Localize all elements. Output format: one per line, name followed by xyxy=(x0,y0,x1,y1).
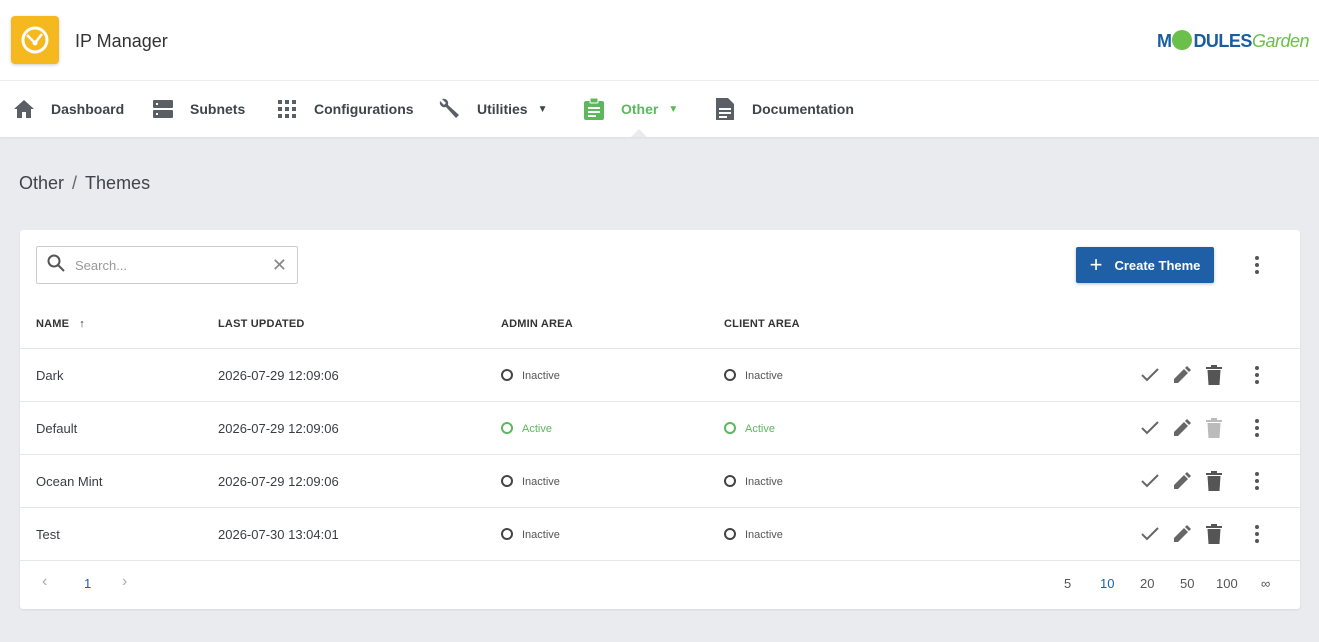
pencil-icon[interactable] xyxy=(1170,522,1194,546)
more-vertical-icon[interactable] xyxy=(1247,522,1267,546)
trash-icon[interactable] xyxy=(1202,363,1226,387)
app-logo-icon xyxy=(11,16,59,64)
theme-name: Default xyxy=(36,421,78,436)
main-nav: Dashboard Subnets Configurations Utiliti… xyxy=(0,81,1319,137)
grid-icon xyxy=(276,98,298,120)
check-icon[interactable] xyxy=(1138,469,1162,493)
nav-documentation-label: Documentation xyxy=(752,101,854,117)
admin-area-status: Active xyxy=(501,402,552,455)
last-updated: 2026-07-29 12:09:06 xyxy=(218,368,339,383)
nav-utilities[interactable]: Utilities ▼ xyxy=(439,81,547,137)
next-page-button[interactable]: › xyxy=(122,573,127,591)
server-icon xyxy=(152,98,174,120)
last-updated: 2026-07-29 12:09:06 xyxy=(218,421,339,436)
page-size-option[interactable]: 20 xyxy=(1140,576,1154,591)
page-size-option[interactable]: ∞ xyxy=(1261,576,1270,591)
create-theme-label: Create Theme xyxy=(1114,257,1201,273)
close-icon[interactable]: ✕ xyxy=(272,256,287,274)
search-box: ✕ xyxy=(36,246,298,284)
trash-icon xyxy=(1202,416,1226,440)
home-icon xyxy=(13,98,35,120)
table-row: Test 2026-07-30 13:04:01 Inactive Inactive xyxy=(20,507,1300,560)
column-header-admin-area[interactable]: ADMIN AREA xyxy=(501,318,573,330)
nav-configurations-label: Configurations xyxy=(314,101,414,117)
last-updated: 2026-07-29 12:09:06 xyxy=(218,474,339,489)
table-footer: ‹ 1 › 5 10 20 50 100 ∞ xyxy=(20,560,1300,609)
page-number[interactable]: 1 xyxy=(84,576,91,591)
nav-configurations[interactable]: Configurations xyxy=(276,81,414,137)
admin-area-status: Inactive xyxy=(501,508,560,561)
nav-subnets-label: Subnets xyxy=(190,101,246,117)
clipboard-icon xyxy=(583,98,605,120)
plus-icon: + xyxy=(1089,252,1103,277)
page-size-option[interactable]: 50 xyxy=(1180,576,1194,591)
app-title: IP Manager xyxy=(75,31,168,51)
status-ring-icon xyxy=(501,475,513,487)
page-size-option[interactable]: 5 xyxy=(1064,576,1071,591)
search-icon xyxy=(47,254,65,277)
active-nav-pointer xyxy=(631,129,647,137)
column-header-client-area[interactable]: CLIENT AREA xyxy=(724,318,800,330)
breadcrumb-parent[interactable]: Other xyxy=(19,173,64,193)
page-size-option[interactable]: 10 xyxy=(1100,576,1114,591)
admin-area-status: Inactive xyxy=(501,349,560,402)
more-vertical-icon[interactable] xyxy=(1247,416,1267,440)
pencil-icon[interactable] xyxy=(1170,363,1194,387)
table-row: Default 2026-07-29 12:09:06 Active Active xyxy=(20,401,1300,454)
nav-utilities-label: Utilities xyxy=(477,101,528,117)
theme-name: Dark xyxy=(36,368,64,383)
more-vertical-icon[interactable] xyxy=(1247,469,1267,493)
status-ring-icon xyxy=(724,369,736,381)
admin-area-status: Inactive xyxy=(501,455,560,508)
create-theme-button[interactable]: + Create Theme xyxy=(1076,247,1214,283)
prev-page-button[interactable]: ‹ xyxy=(42,573,47,591)
nav-other-label: Other xyxy=(621,101,659,117)
column-header-last-updated[interactable]: LAST UPDATED xyxy=(218,318,305,330)
breadcrumb: Other / Themes xyxy=(19,173,150,194)
nav-subnets[interactable]: Subnets xyxy=(152,81,245,137)
chevron-down-icon: ▼ xyxy=(668,103,679,115)
nav-dashboard-label: Dashboard xyxy=(51,101,125,117)
more-vertical-icon[interactable] xyxy=(1247,363,1267,387)
client-area-status: Inactive xyxy=(724,349,783,402)
trash-icon[interactable] xyxy=(1202,522,1226,546)
search-input[interactable] xyxy=(75,257,255,273)
check-icon[interactable] xyxy=(1138,416,1162,440)
status-ring-icon xyxy=(501,422,513,434)
page-size-option[interactable]: 100 xyxy=(1216,576,1238,591)
client-area-status: Active xyxy=(724,402,775,455)
last-updated: 2026-07-30 13:04:01 xyxy=(218,527,339,542)
table-row: Dark 2026-07-29 12:09:06 Inactive Inactive xyxy=(20,348,1300,401)
wrench-icon xyxy=(439,98,461,120)
trash-icon[interactable] xyxy=(1202,469,1226,493)
status-ring-icon xyxy=(724,475,736,487)
themes-panel: ✕ + Create Theme NAME↑ LAST UPDATED ADMI… xyxy=(20,230,1300,609)
client-area-status: Inactive xyxy=(724,455,783,508)
theme-name: Ocean Mint xyxy=(36,474,103,489)
table-row: Ocean Mint 2026-07-29 12:09:06 Inactive Ina… xyxy=(20,454,1300,507)
breadcrumb-current: Themes xyxy=(85,173,151,193)
sort-asc-icon: ↑ xyxy=(79,318,85,330)
client-area-status: Inactive xyxy=(724,508,783,561)
check-icon[interactable] xyxy=(1138,363,1162,387)
top-bar: IP Manager M DULESGarden xyxy=(0,0,1319,81)
more-vertical-icon[interactable] xyxy=(1247,253,1267,277)
breadcrumb-separator: / xyxy=(72,173,78,193)
document-icon xyxy=(714,98,736,120)
pencil-icon[interactable] xyxy=(1170,469,1194,493)
status-ring-icon xyxy=(724,528,736,540)
status-ring-icon xyxy=(501,369,513,381)
pencil-icon[interactable] xyxy=(1170,416,1194,440)
status-ring-icon xyxy=(501,528,513,540)
nav-dashboard[interactable]: Dashboard xyxy=(13,81,124,137)
chevron-down-icon: ▼ xyxy=(537,103,548,115)
status-ring-icon xyxy=(724,422,736,434)
theme-name: Test xyxy=(36,527,60,542)
column-header-name[interactable]: NAME ↑ xyxy=(36,318,85,330)
nav-documentation[interactable]: Documentation xyxy=(714,81,854,137)
check-icon[interactable] xyxy=(1138,522,1162,546)
brand-logo: M DULESGarden xyxy=(1156,30,1310,51)
